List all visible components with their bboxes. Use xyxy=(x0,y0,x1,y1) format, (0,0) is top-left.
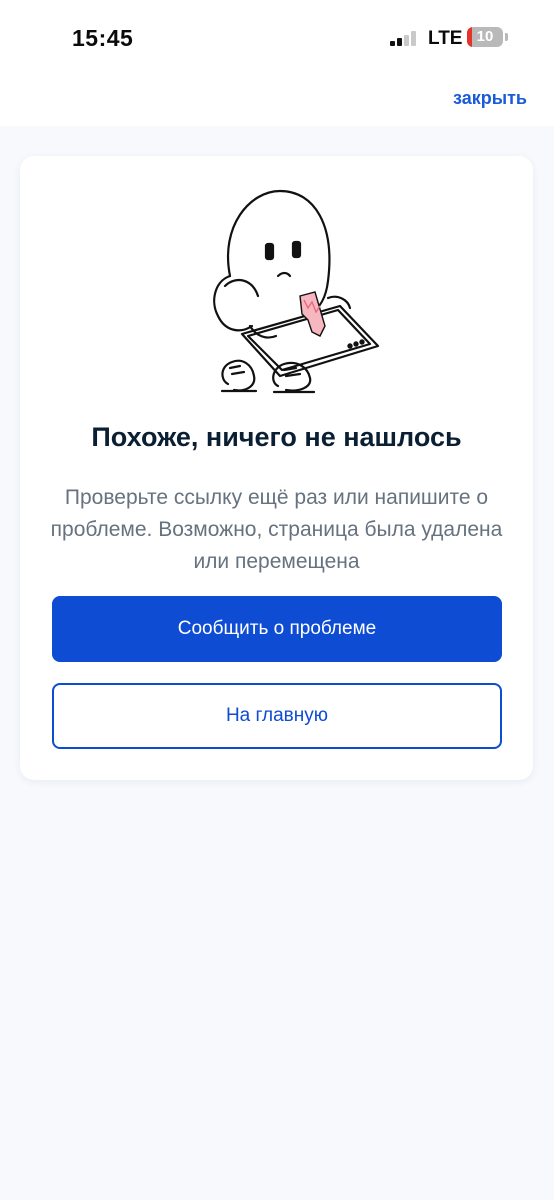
home-button[interactable]: На главную xyxy=(52,683,502,749)
battery-tip xyxy=(505,33,508,41)
network-type: LTE xyxy=(428,28,463,49)
status-bar: 15:45 LTE 10 xyxy=(0,0,554,76)
error-card: Похоже, ничего не нашлось Проверьте ссыл… xyxy=(20,156,533,780)
status-time: 15:45 xyxy=(72,25,134,51)
page-title: Похоже, ничего не нашлось xyxy=(91,422,462,452)
top-nav: закрыть xyxy=(0,76,554,126)
sad-character-illustration-icon xyxy=(190,186,390,401)
battery-icon: 10 xyxy=(467,27,503,47)
signal-strength-icon xyxy=(390,31,420,46)
error-description: Проверьте ссылку ещё раз или напишите о … xyxy=(50,486,503,573)
report-problem-button[interactable]: Сообщить о проблеме xyxy=(52,596,502,662)
close-link[interactable]: закрыть xyxy=(453,88,527,109)
battery-level: 10 xyxy=(476,28,494,45)
